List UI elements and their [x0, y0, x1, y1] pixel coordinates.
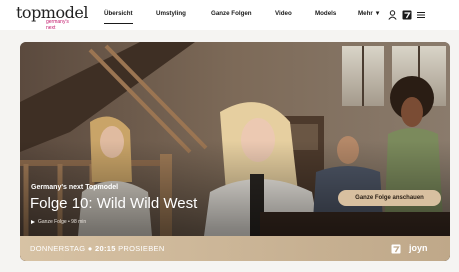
- hero-teaser[interactable]: Germany's next Topmodel Folge 10: Wild W…: [20, 42, 450, 261]
- airtime-channel: PROSIEBEN: [118, 244, 165, 253]
- watch-full-episode-button[interactable]: Ganze Folge anschauen: [338, 190, 441, 206]
- nav-item-mehr[interactable]: Mehr ▼: [358, 10, 381, 24]
- airtime-day: DONNERSTAG: [30, 244, 86, 253]
- nav-item-models[interactable]: Models: [315, 10, 336, 24]
- prosieben-icon[interactable]: [402, 10, 412, 20]
- nav-item-ganze-folgen[interactable]: Ganze Folgen: [211, 10, 252, 24]
- hamburger-icon[interactable]: [416, 11, 426, 19]
- nav-item-uebersicht[interactable]: Übersicht: [104, 10, 133, 24]
- joyn-logo[interactable]: joyn: [409, 242, 428, 254]
- logo-subtitle: germany's next: [46, 19, 69, 31]
- prosieben-small-icon: [391, 244, 401, 254]
- top-navigation-bar: topmodel germany's next Übersicht Umstyl…: [0, 0, 459, 32]
- episode-title[interactable]: Folge 10: Wild Wild West: [30, 195, 197, 213]
- airtime-text: DONNERSTAG ● 20:15 PROSIEBEN: [30, 244, 165, 254]
- airtime-bar: DONNERSTAG ● 20:15 PROSIEBEN joyn: [20, 236, 450, 261]
- user-icon[interactable]: [388, 10, 397, 20]
- airtime-separator: ●: [87, 244, 93, 253]
- show-name: Germany's next Topmodel: [31, 184, 119, 191]
- episode-meta-text: Ganze Folge • 98 min: [38, 219, 87, 225]
- play-icon: [31, 219, 35, 224]
- nav-item-video[interactable]: Video: [275, 10, 292, 24]
- hero-gradient-overlay: [20, 42, 450, 261]
- episode-meta: Ganze Folge • 98 min: [31, 218, 86, 226]
- airtime-time: 20:15: [95, 244, 116, 253]
- nav-item-umstyling[interactable]: Umstyling: [156, 10, 186, 24]
- topmodel-logo[interactable]: topmodel germany's next: [16, 5, 88, 32]
